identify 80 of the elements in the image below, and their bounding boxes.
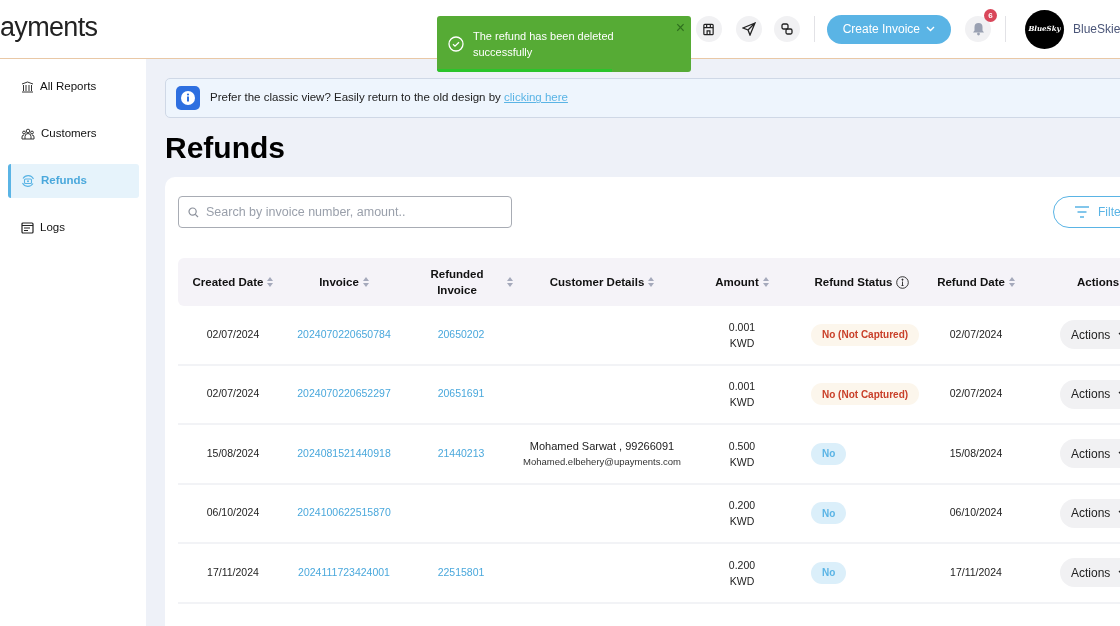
invoice-link[interactable]: 2024070220652297: [297, 387, 391, 400]
sidebar-item[interactable]: All Reports: [8, 70, 139, 104]
currency: KWD: [729, 335, 755, 351]
currency: KWD: [729, 454, 755, 470]
notification-count: 6: [984, 9, 997, 22]
invoice-link[interactable]: 2024111723424001: [298, 565, 390, 578]
amount: 0.200: [728, 557, 756, 573]
status-badge: No: [811, 442, 847, 465]
currency: KWD: [729, 514, 755, 530]
status-badge: No (Not Captured): [811, 383, 920, 406]
search-icon: [188, 207, 199, 218]
actions-button[interactable]: Actions: [1060, 558, 1120, 588]
customer-email: Mohamed.elbehery@upayments.com: [523, 454, 681, 469]
amount: 0.001: [728, 319, 756, 335]
amount: 0.200: [728, 498, 756, 514]
invoice-link[interactable]: 2024100622515870: [297, 506, 391, 519]
store-icon: [702, 22, 716, 36]
bell-icon: [971, 22, 985, 36]
chevron-down-icon: [926, 26, 935, 32]
table-cell: 15/08/2024: [206, 446, 260, 459]
status-badge: No: [811, 502, 847, 525]
table-cell: 15/08/2024: [949, 446, 1003, 459]
send-icon: [741, 22, 756, 36]
status-badge: No (Not Captured): [811, 323, 920, 346]
sidebar-item[interactable]: Customers: [8, 117, 139, 151]
link-button[interactable]: [773, 16, 800, 42]
columns-icon: [21, 81, 34, 93]
toast-message: The refund has been deleted successfully: [473, 29, 615, 60]
currency: KWD: [729, 573, 755, 589]
store-button[interactable]: [695, 16, 722, 42]
sidebar-item[interactable]: Refunds: [8, 164, 139, 198]
column-header: Refund Status: [814, 275, 893, 290]
notifications-button[interactable]: [965, 16, 991, 42]
column-header: Actions: [1077, 275, 1120, 290]
currency: KWD: [729, 395, 755, 411]
close-button[interactable]: ×: [675, 20, 685, 36]
column-header: Created Date: [192, 275, 264, 290]
invoice-link[interactable]: 20651691: [437, 387, 485, 400]
customer-name: Mohamed Sarwat , 99266091: [529, 438, 675, 454]
create-invoice-button[interactable]: Create Invoice: [826, 14, 951, 44]
send-button[interactable]: [735, 16, 762, 42]
column-header: Refunded Invoice: [429, 267, 485, 298]
column-header: Refund Date: [937, 275, 1005, 290]
document-icon: [21, 222, 34, 234]
invoice-link[interactable]: 2024070220650784: [297, 327, 391, 340]
people-icon: [21, 128, 35, 140]
column-header: Customer Details: [549, 275, 645, 290]
invoice-link[interactable]: 2024081521440918: [297, 446, 391, 459]
banner-text: Prefer the classic view? Easily return to the old design by clicking here: [210, 90, 568, 106]
table-cell: 06/10/2024: [206, 506, 260, 519]
invoice-link[interactable]: 20650202: [437, 327, 485, 340]
table-cell: 02/07/2024: [206, 327, 260, 340]
table-cell: 06/10/2024: [949, 506, 1003, 519]
info-icon: [176, 86, 200, 110]
actions-button[interactable]: Actions: [1060, 320, 1120, 350]
logo: ayments: [0, 10, 98, 44]
invoice-link[interactable]: 21440213: [437, 446, 485, 459]
page-title: Refunds: [165, 130, 286, 166]
amount: 0.500: [728, 438, 756, 454]
amount: 0.001: [728, 379, 756, 395]
sidebar-item[interactable]: Logs: [8, 211, 139, 245]
table-cell: 02/07/2024: [949, 327, 1003, 340]
link-icon: [780, 23, 793, 35]
account-name[interactable]: BlueSkie: [1073, 20, 1120, 38]
refund-icon: [21, 174, 35, 188]
table-cell: 02/07/2024: [949, 387, 1003, 400]
table-cell: 02/07/2024: [206, 387, 260, 400]
column-header: Invoice: [319, 275, 359, 290]
table-cell: 17/11/2024: [207, 565, 259, 578]
status-badge: No: [811, 561, 847, 584]
search-field[interactable]: Search by invoice number, amount..: [178, 196, 512, 228]
actions-button[interactable]: Actions: [1060, 439, 1120, 469]
table-cell: 17/11/2024: [950, 565, 1002, 578]
check-circle-icon: [448, 36, 464, 52]
actions-button[interactable]: Actions: [1060, 379, 1120, 409]
actions-button[interactable]: Actions: [1060, 498, 1120, 528]
invoice-link[interactable]: 22515801: [437, 565, 485, 578]
filter-icon: [1074, 206, 1090, 218]
column-header: Amount: [715, 275, 759, 290]
link[interactable]: clicking here: [504, 91, 568, 104]
